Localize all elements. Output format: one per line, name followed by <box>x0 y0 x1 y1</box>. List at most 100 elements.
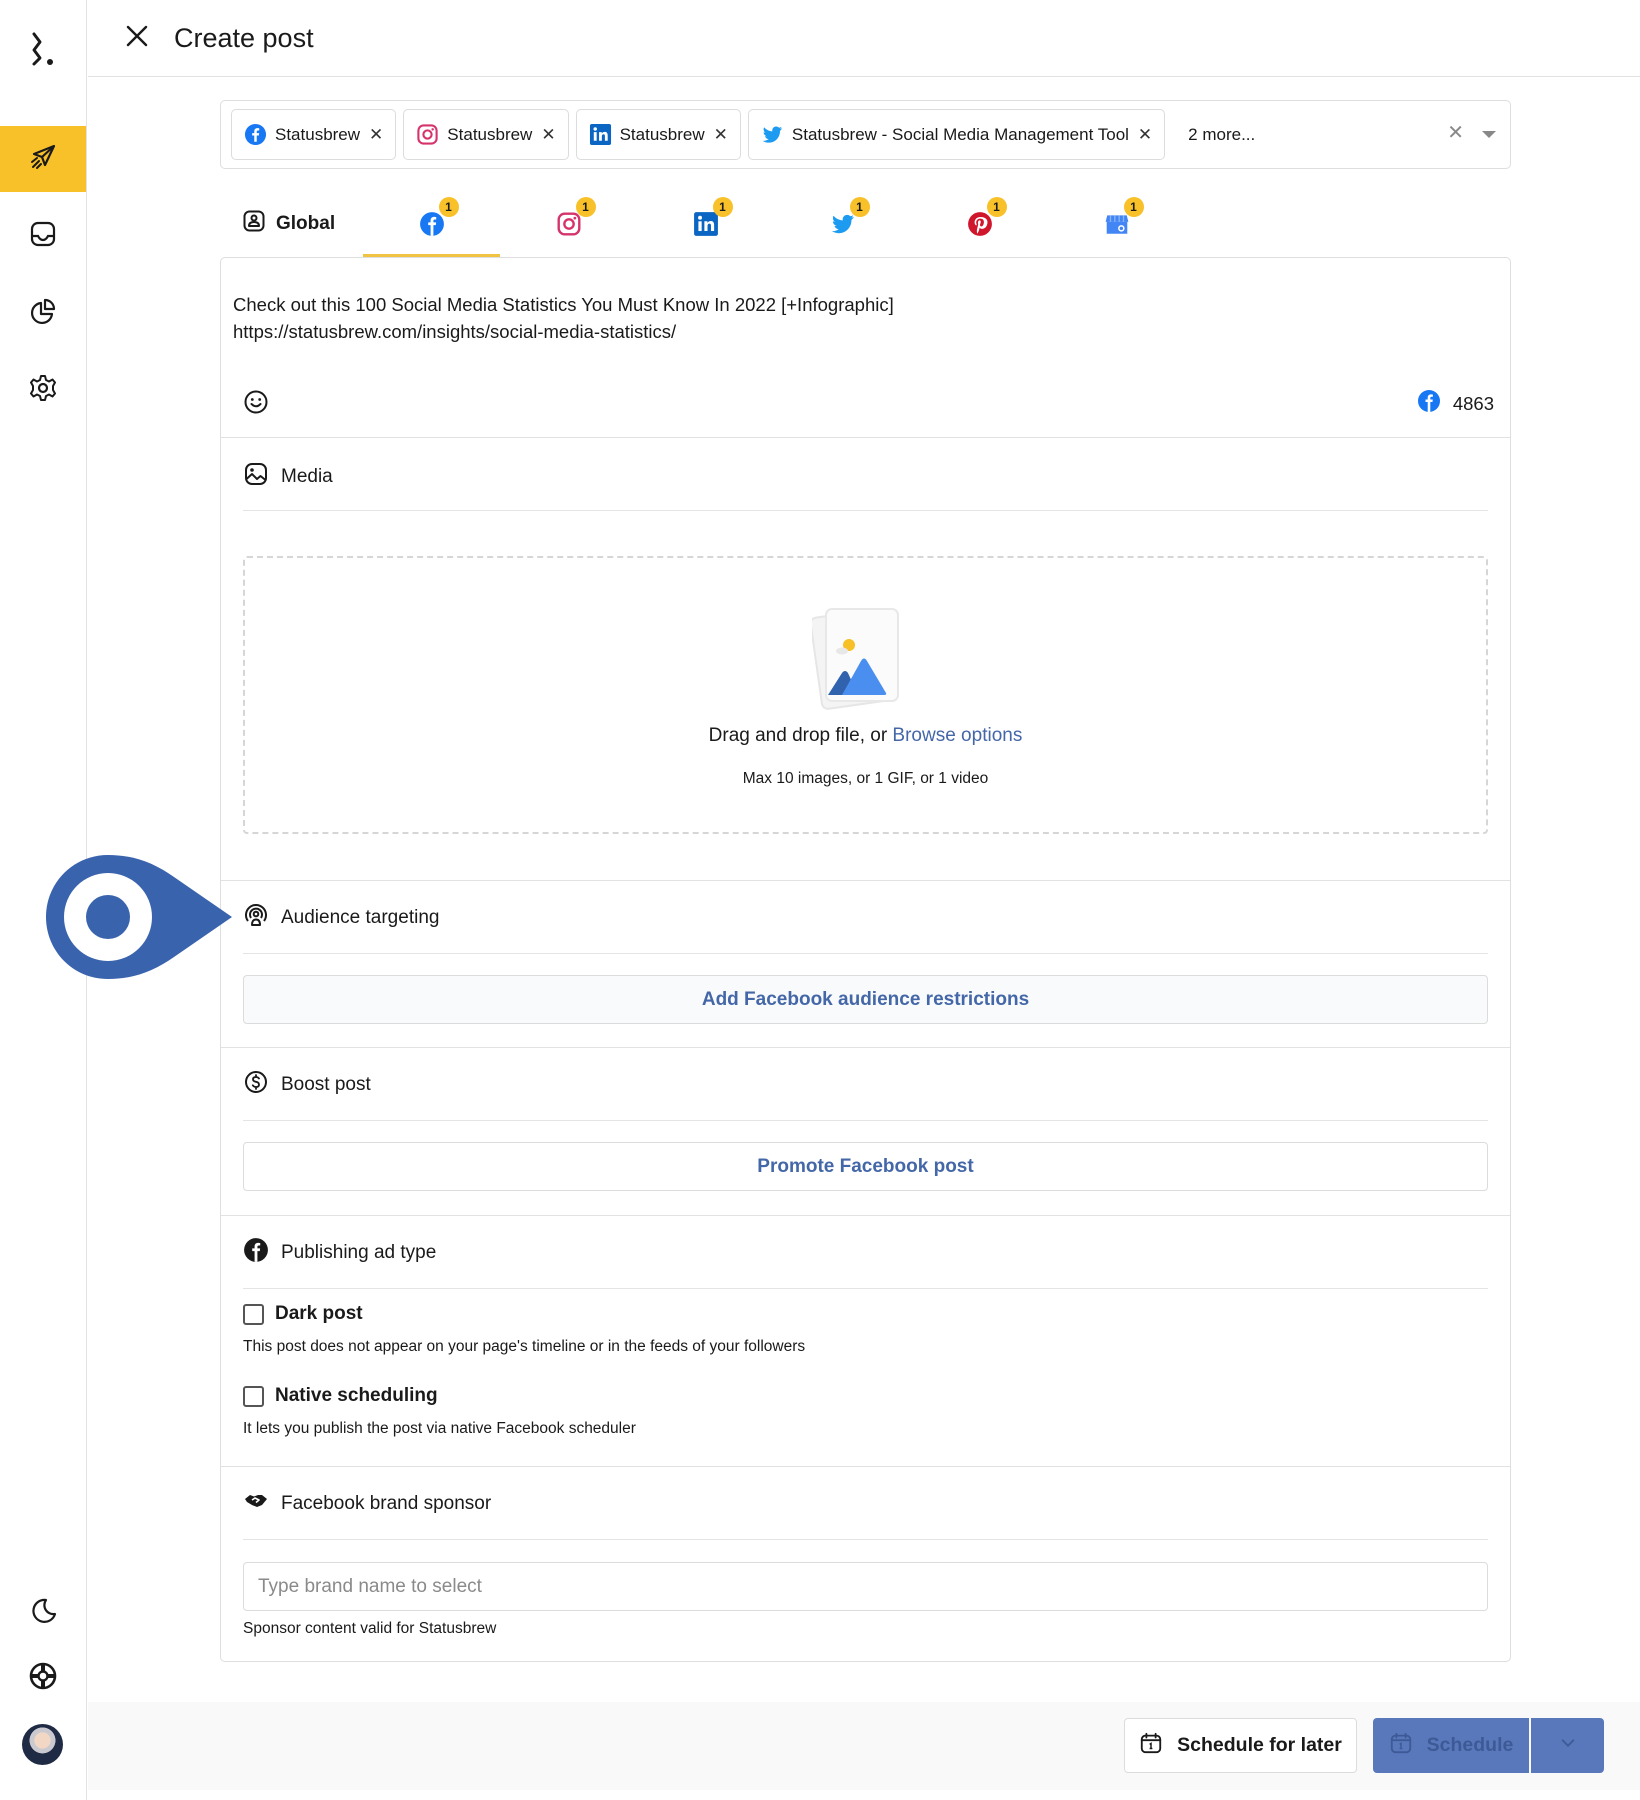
page-title: Create post <box>174 22 314 53</box>
moon-icon <box>28 1596 58 1631</box>
schedule-label: Schedule <box>1426 1734 1514 1756</box>
smiley-icon <box>243 390 269 419</box>
native-scheduling-description: It lets you publish the post via native … <box>243 1420 636 1437</box>
add-audience-restrictions-button[interactable]: Add Facebook audience restrictions <box>243 975 1488 1024</box>
facebook-icon: 1 <box>419 196 459 237</box>
tab-facebook[interactable]: 1 <box>363 190 500 257</box>
boost-section-header: Boost post <box>243 1069 371 1101</box>
promote-post-button[interactable]: Promote Facebook post <box>243 1142 1488 1191</box>
avatar[interactable] <box>22 1724 63 1765</box>
emoji-button[interactable] <box>243 389 269 415</box>
sponsor-note: Sponsor content valid for Statusbrew <box>243 1620 497 1637</box>
linkedin-icon <box>589 123 612 146</box>
twitter-icon: 1 <box>830 196 870 237</box>
account-selector[interactable]: Statusbrew ✕ Statusbrew ✕ Statusbrew ✕ S… <box>220 100 1511 169</box>
facebook-icon <box>1417 389 1441 418</box>
divider <box>221 1215 1510 1216</box>
schedule-button[interactable]: Schedule <box>1373 1718 1529 1773</box>
handshake-icon <box>243 1488 269 1520</box>
dark-post-description: This post does not appear on your page's… <box>243 1338 806 1355</box>
remove-chip-icon[interactable]: ✕ <box>541 125 555 145</box>
dark-post-label: Dark post <box>275 1303 363 1324</box>
sidebar-item-publish[interactable] <box>0 126 86 192</box>
lifebuoy-icon <box>28 1661 58 1696</box>
sidebar-item-reports[interactable] <box>0 280 86 346</box>
schedule-options-dropdown[interactable] <box>1531 1718 1604 1773</box>
tab-pinterest[interactable]: 1 <box>911 190 1048 257</box>
pinterest-icon: 1 <box>967 196 1007 237</box>
dark-mode-toggle[interactable] <box>0 1580 86 1646</box>
dropdown-arrow-icon[interactable] <box>1482 131 1496 138</box>
schedule-for-later-button[interactable]: Schedule for later <box>1124 1718 1357 1773</box>
post-text-area[interactable]: Check out this 100 Social Media Statisti… <box>233 291 894 345</box>
calendar-icon <box>1389 1731 1413 1761</box>
count-badge: 1 <box>438 196 459 217</box>
media-title: Media <box>281 466 333 487</box>
more-accounts[interactable]: 2 more... <box>1188 125 1255 145</box>
tab-google-business[interactable]: 1 <box>1048 190 1185 257</box>
close-icon <box>125 24 149 53</box>
media-dropzone[interactable]: Drag and drop file, or Browse options Ma… <box>243 556 1488 834</box>
gear-icon <box>28 373 58 408</box>
instagram-icon <box>416 123 439 146</box>
tab-linkedin[interactable]: 1 <box>637 190 774 257</box>
linkedin-icon: 1 <box>693 196 733 237</box>
account-chip-instagram[interactable]: Statusbrew ✕ <box>403 109 569 160</box>
location-pin-marker <box>44 853 234 981</box>
divider <box>221 1466 1510 1467</box>
clear-selection-icon[interactable]: ✕ <box>1447 123 1464 143</box>
divider <box>243 1539 1488 1540</box>
divider <box>243 1120 1488 1121</box>
dark-post-option[interactable]: Dark post <box>243 1303 363 1325</box>
remove-chip-icon[interactable]: ✕ <box>1138 125 1152 145</box>
paper-plane-icon <box>28 142 58 177</box>
sidebar-item-settings[interactable] <box>0 357 86 423</box>
google-business-icon: 1 <box>1104 196 1144 237</box>
account-chip-label: Statusbrew <box>275 124 361 144</box>
audience-title: Audience targeting <box>281 907 440 928</box>
tab-global[interactable]: Global <box>242 190 362 257</box>
count-badge: 1 <box>712 196 733 217</box>
divider <box>243 953 1488 954</box>
post-link-line: https://statusbrew.com/insights/social-m… <box>233 321 677 342</box>
schedule-for-later-label: Schedule for later <box>1177 1734 1342 1756</box>
close-button[interactable] <box>122 23 152 53</box>
dark-post-checkbox[interactable] <box>243 1303 264 1325</box>
account-chip-label: Statusbrew - Social Media Management Too… <box>791 124 1129 144</box>
dollar-circle-icon <box>243 1069 269 1101</box>
tab-instagram[interactable]: 1 <box>500 190 637 257</box>
calendar-icon <box>1139 1731 1163 1761</box>
remove-chip-icon[interactable]: ✕ <box>369 125 383 145</box>
character-count: 4863 <box>1452 392 1494 414</box>
chevron-down-icon <box>1559 1734 1577 1757</box>
sidebar-item-inbox[interactable] <box>0 203 86 269</box>
account-chip-twitter[interactable]: Statusbrew - Social Media Management Too… <box>747 109 1166 160</box>
count-badge: 1 <box>986 196 1007 217</box>
count-badge: 1 <box>1123 196 1144 217</box>
image-icon <box>243 461 269 493</box>
statusbrew-logo[interactable] <box>26 28 62 68</box>
tab-twitter[interactable]: 1 <box>774 190 911 257</box>
divider <box>221 437 1510 438</box>
remove-chip-icon[interactable]: ✕ <box>714 125 728 145</box>
account-chip-linkedin[interactable]: Statusbrew ✕ <box>575 109 741 160</box>
media-section-header: Media <box>243 461 333 493</box>
account-chip-facebook[interactable]: Statusbrew ✕ <box>231 109 397 160</box>
help-button[interactable] <box>0 1645 86 1711</box>
account-chip-label: Statusbrew <box>447 124 533 144</box>
audience-section-header: Audience targeting <box>243 902 439 934</box>
header: Create post <box>88 0 1640 77</box>
divider <box>243 510 1488 511</box>
post-text-line: Check out this 100 Social Media Statisti… <box>233 294 894 315</box>
character-counter: 4863 <box>1417 389 1494 418</box>
publishing-section-header: Publishing ad type <box>243 1237 436 1269</box>
brand-sponsor-input[interactable] <box>243 1562 1488 1611</box>
count-badge: 1 <box>575 196 596 217</box>
inbox-icon <box>28 219 58 254</box>
native-scheduling-option[interactable]: Native scheduling <box>243 1385 438 1407</box>
boost-title: Boost post <box>281 1074 371 1095</box>
browse-options-link[interactable]: Browse options <box>892 725 1022 746</box>
divider <box>221 1047 1510 1048</box>
sponsor-title: Facebook brand sponsor <box>281 1493 492 1514</box>
native-scheduling-checkbox[interactable] <box>243 1385 264 1407</box>
